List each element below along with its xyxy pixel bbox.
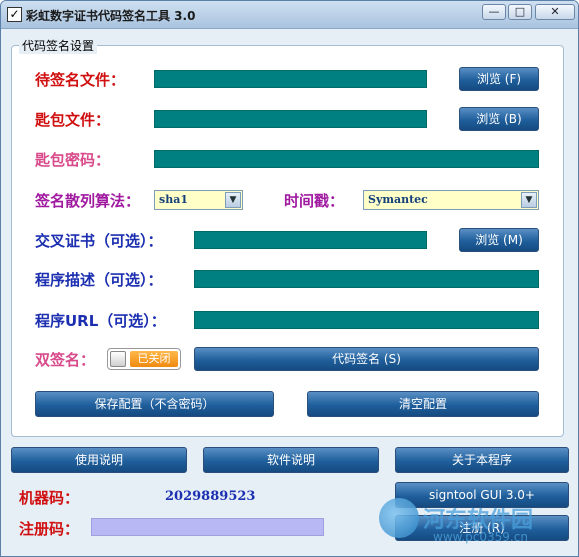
code-sign-button[interactable]: 代码签名 (S) xyxy=(194,347,539,371)
chevron-down-icon[interactable]: ▼ xyxy=(521,192,537,208)
toggle-knob xyxy=(110,351,126,367)
browse-b-button[interactable]: 浏览 (B) xyxy=(459,107,539,131)
key-password-label: 匙包密码： xyxy=(35,151,111,169)
minimize-button[interactable]: — xyxy=(482,4,506,20)
browse-m-button[interactable]: 浏览 (M) xyxy=(459,228,539,252)
group-title: 代码签名设置 xyxy=(19,37,98,54)
machine-code-label: 机器码： xyxy=(19,489,80,507)
hash-algorithm-value: sha1 xyxy=(159,193,188,206)
browse-f-button[interactable]: 浏览 (F) xyxy=(459,67,539,91)
toggle-state-text: 已关闭 xyxy=(130,351,178,367)
key-file-input[interactable] xyxy=(154,110,427,128)
save-config-button[interactable]: 保存配置（不含密码） xyxy=(35,391,274,417)
dual-sign-toggle[interactable]: 已关闭 xyxy=(107,348,181,370)
usage-button[interactable]: 使用说明 xyxy=(11,447,187,473)
clear-config-button[interactable]: 清空配置 xyxy=(307,391,539,417)
checkbox-app-icon: ✓ xyxy=(7,7,22,22)
watermark-logo-icon xyxy=(379,498,419,538)
sign-file-label: 待签名文件： xyxy=(35,71,126,89)
machine-code-value: 2029889523 xyxy=(165,489,256,504)
register-code-input[interactable] xyxy=(91,518,324,536)
register-code-label: 注册码： xyxy=(19,520,80,538)
key-file-label: 匙包文件： xyxy=(35,111,111,129)
timestamp-label: 时间戳： xyxy=(284,192,345,210)
hash-algorithm-select[interactable]: sha1 ▼ xyxy=(154,190,243,210)
timestamp-select[interactable]: Symantec ▼ xyxy=(363,190,539,210)
cross-cert-label: 交叉证书（可选）： xyxy=(35,232,163,250)
key-password-input[interactable] xyxy=(154,150,539,168)
window-title: 彩虹数字证书代码签名工具 3.0 xyxy=(26,9,196,23)
close-button[interactable]: ✕ xyxy=(535,4,575,20)
hash-algorithm-label: 签名散列算法： xyxy=(35,192,141,210)
software-info-button[interactable]: 软件说明 xyxy=(203,447,379,473)
chevron-down-icon[interactable]: ▼ xyxy=(225,192,241,208)
maximize-button[interactable]: □ xyxy=(508,4,532,20)
program-url-label: 程序URL（可选）： xyxy=(35,312,166,330)
watermark: 河东软件园 www.pc0359.cn xyxy=(379,498,578,556)
dual-sign-label: 双签名： xyxy=(35,351,96,369)
cross-cert-input[interactable] xyxy=(194,231,427,249)
watermark-url: www.pc0359.cn xyxy=(433,530,528,544)
app-window: ✓ 彩虹数字证书代码签名工具 3.0 — □ ✕ 代码签名设置 待签名文件： 浏… xyxy=(0,0,579,557)
title-bar: ✓ 彩虹数字证书代码签名工具 3.0 — □ ✕ xyxy=(1,1,578,29)
about-button[interactable]: 关于本程序 xyxy=(395,447,569,473)
sign-file-input[interactable] xyxy=(154,70,427,88)
program-description-input[interactable] xyxy=(194,270,539,288)
program-description-label: 程序描述（可选）： xyxy=(35,271,163,289)
timestamp-value: Symantec xyxy=(368,193,428,206)
program-url-input[interactable] xyxy=(194,311,539,329)
